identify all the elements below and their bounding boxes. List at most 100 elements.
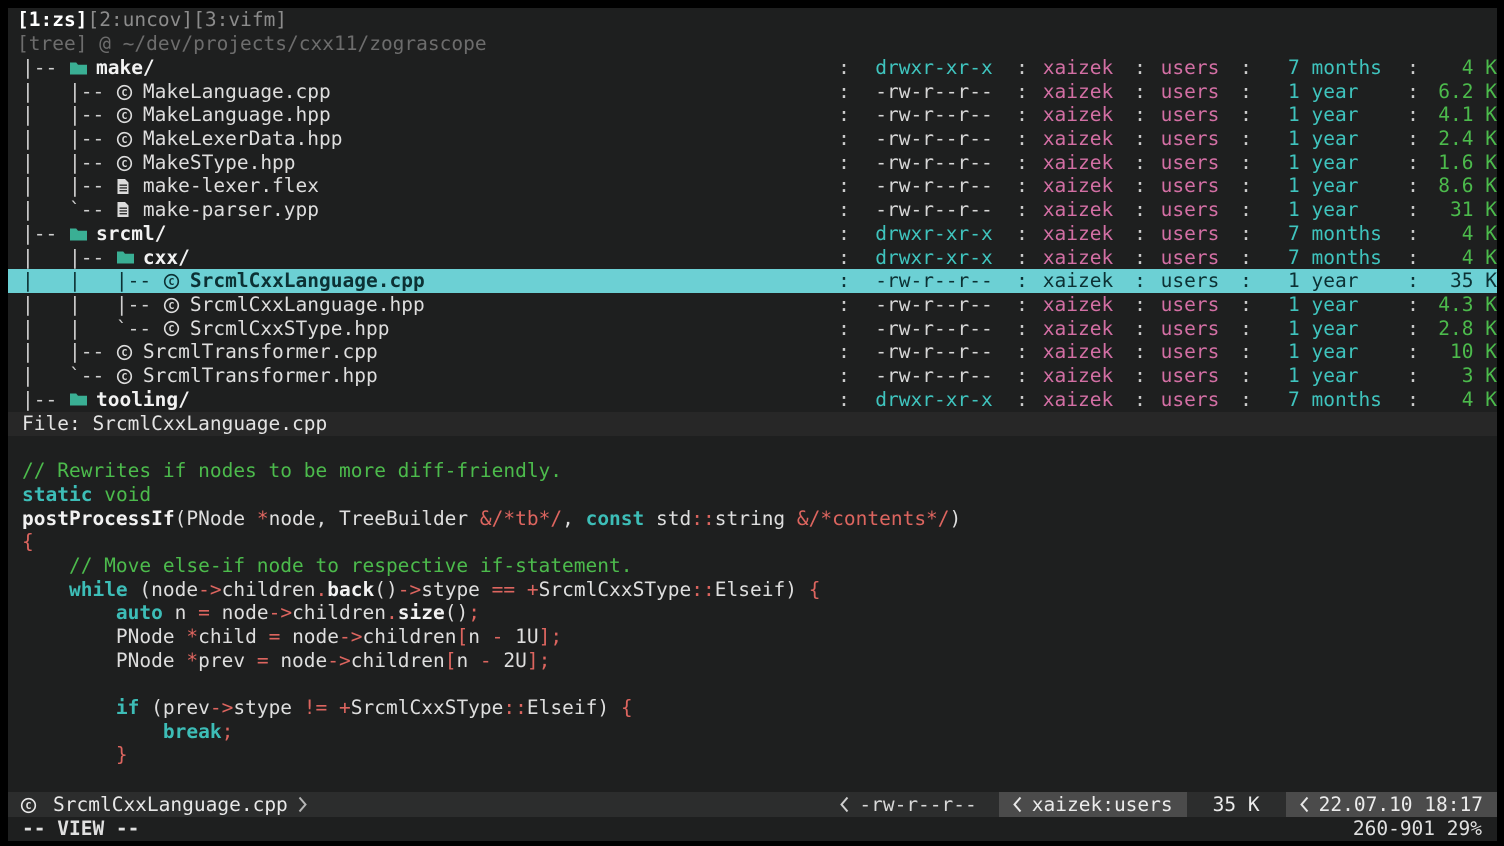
code-token: != [304, 696, 327, 719]
file-group: users [1146, 174, 1234, 198]
file-row[interactable]: | |-- make-lexer.flex:-rw-r--r--:xaizek:… [8, 174, 1497, 198]
code-token: -> [210, 696, 233, 719]
code-token: n [163, 601, 198, 624]
file-row[interactable]: |-- srcml/:drwxr-xr-x:xaizek:users:7 mon… [8, 222, 1497, 246]
file-owner: xaizek [1028, 293, 1128, 317]
file-row[interactable]: | |-- CMakeSType.hpp:-rw-r--r--:xaizek:u… [8, 151, 1497, 175]
code-token: * [186, 649, 198, 672]
column-separator: : [1240, 364, 1252, 388]
file-permissions: -rw-r--r-- [854, 174, 1014, 198]
file-row[interactable]: | | |-- CSrcmlCxxLanguage.cpp:-rw-r--r--… [8, 269, 1497, 293]
code-line: // Rewrites if nodes to be more diff-fri… [22, 459, 1497, 483]
file-row[interactable]: | `-- CSrcmlTransformer.hpp:-rw-r--r--:x… [8, 364, 1497, 388]
file-row[interactable]: | |-- CMakeLexerData.hpp:-rw-r--r--:xaiz… [8, 127, 1497, 151]
code-token: Elseif) [715, 578, 809, 601]
column-separator: : [1016, 388, 1028, 412]
code-token: ; [468, 601, 480, 624]
code-token: = [198, 601, 210, 624]
file-owner: xaizek [1028, 151, 1128, 175]
file-owner: xaizek [1028, 340, 1128, 364]
file-size: 3 K [1423, 364, 1497, 388]
status-bar: C SrcmlCxxLanguage.cpp -rw-r--r-- xaizek… [8, 792, 1497, 817]
code-token: // Move else-if node to respective if-st… [22, 554, 632, 577]
column-separator: : [1240, 80, 1252, 104]
column-separator: : [1407, 151, 1419, 175]
tree-branch: |-- [22, 222, 69, 246]
file-name-area: |-- srcml/ [8, 222, 166, 246]
code-token: children [292, 601, 386, 624]
code-token: - [492, 625, 504, 648]
file-size: 4 K [1423, 56, 1497, 80]
tmux-window[interactable]: [3:vifm] [193, 8, 287, 31]
file-preview-pane[interactable]: // Rewrites if nodes to be more diff-fri… [8, 436, 1497, 793]
code-token: node [280, 625, 339, 648]
file-age: 7 months [1274, 388, 1404, 412]
code-token: = [269, 625, 281, 648]
column-separator: : [1407, 293, 1419, 317]
file-owner: xaizek [1028, 127, 1128, 151]
file-age: 7 months [1274, 246, 1404, 270]
code-token: + [527, 578, 539, 601]
file-age: 1 year [1274, 293, 1404, 317]
column-separator: : [1407, 127, 1419, 151]
column-separator: : [838, 80, 850, 104]
file-row[interactable]: | | |-- CSrcmlCxxLanguage.hpp:-rw-r--r--… [8, 293, 1497, 317]
chevron-left-icon [840, 796, 849, 813]
tree-branch: |-- [22, 388, 69, 412]
file-row[interactable]: | `-- make-parser.ypp:-rw-r--r--:xaizek:… [8, 198, 1497, 222]
code-token: &/*contents*/ [797, 507, 950, 530]
file-row[interactable]: | |-- CSrcmlTransformer.cpp:-rw-r--r--:x… [8, 340, 1497, 364]
file-row[interactable]: | |-- CMakeLanguage.hpp:-rw-r--r--:xaize… [8, 103, 1497, 127]
column-separator: : [1016, 340, 1028, 364]
file-name-area: |-- tooling/ [8, 388, 190, 412]
file-permissions: drwxr-xr-x [854, 388, 1014, 412]
file-name-area: |-- make/ [8, 56, 155, 80]
code-line: { [22, 530, 1497, 554]
tmux-window[interactable]: [2:uncov] [87, 8, 193, 31]
code-token: auto [116, 601, 163, 624]
cpp-icon: C [116, 130, 143, 148]
file-size: 10 K [1423, 340, 1497, 364]
file-row[interactable]: |-- tooling/:drwxr-xr-x:xaizek:users:7 m… [8, 388, 1497, 412]
column-separator: : [1016, 80, 1028, 104]
path-bar: [tree] @ ~/dev/projects/cxx11/zograscope [8, 32, 1497, 56]
file-group: users [1146, 222, 1234, 246]
code-token: break [163, 720, 222, 743]
column-separator: : [1407, 103, 1419, 127]
column-separator: : [1016, 56, 1028, 80]
file-age: 1 year [1274, 198, 1404, 222]
column-separator: : [1016, 317, 1028, 341]
statusbar-permissions: -rw-r--r-- [859, 793, 976, 817]
tmux-window[interactable]: [1:zs] [17, 8, 87, 31]
code-token: SrcmlCxxSType [351, 696, 504, 719]
code-token: &/*tb*/ [480, 507, 562, 530]
file-row[interactable]: | | `-- CSrcmlCxxSType.hpp:-rw-r--r--:xa… [8, 317, 1497, 341]
code-token [22, 743, 116, 766]
file-name: MakeLanguage.hpp [143, 103, 331, 127]
code-token: PNode [22, 649, 186, 672]
tree-branch: | `-- [22, 198, 116, 222]
folder-icon [69, 226, 96, 242]
file-name: SrcmlCxxLanguage.cpp [190, 269, 425, 293]
column-separator: : [1240, 198, 1252, 222]
file-row[interactable]: | |-- CMakeLanguage.cpp:-rw-r--r--:xaize… [8, 80, 1497, 104]
code-line [22, 436, 1497, 460]
svg-text:C: C [121, 111, 127, 122]
tree-branch: | |-- [22, 80, 116, 104]
file-row[interactable]: |-- make/:drwxr-xr-x:xaizek:users:7 mont… [8, 56, 1497, 80]
code-token: ]; [527, 649, 550, 672]
file-permissions: drwxr-xr-x [854, 222, 1014, 246]
svg-text:C: C [121, 135, 127, 146]
file-name: cxx/ [143, 246, 190, 270]
column-separator: : [1134, 317, 1146, 341]
preview-title-text: File: SrcmlCxxLanguage.cpp [22, 412, 327, 435]
file-row[interactable]: | |-- cxx/:drwxr-xr-x:xaizek:users:7 mon… [8, 246, 1497, 270]
code-token: while [69, 578, 128, 601]
file-name: MakeLexerData.hpp [143, 127, 343, 151]
column-separator: : [1134, 80, 1146, 104]
tree-branch: | |-- [22, 127, 116, 151]
file-permissions: -rw-r--r-- [854, 293, 1014, 317]
code-token: postProcessIf [22, 507, 175, 530]
file-size: 4 K [1423, 388, 1497, 412]
svg-text:C: C [121, 159, 127, 170]
